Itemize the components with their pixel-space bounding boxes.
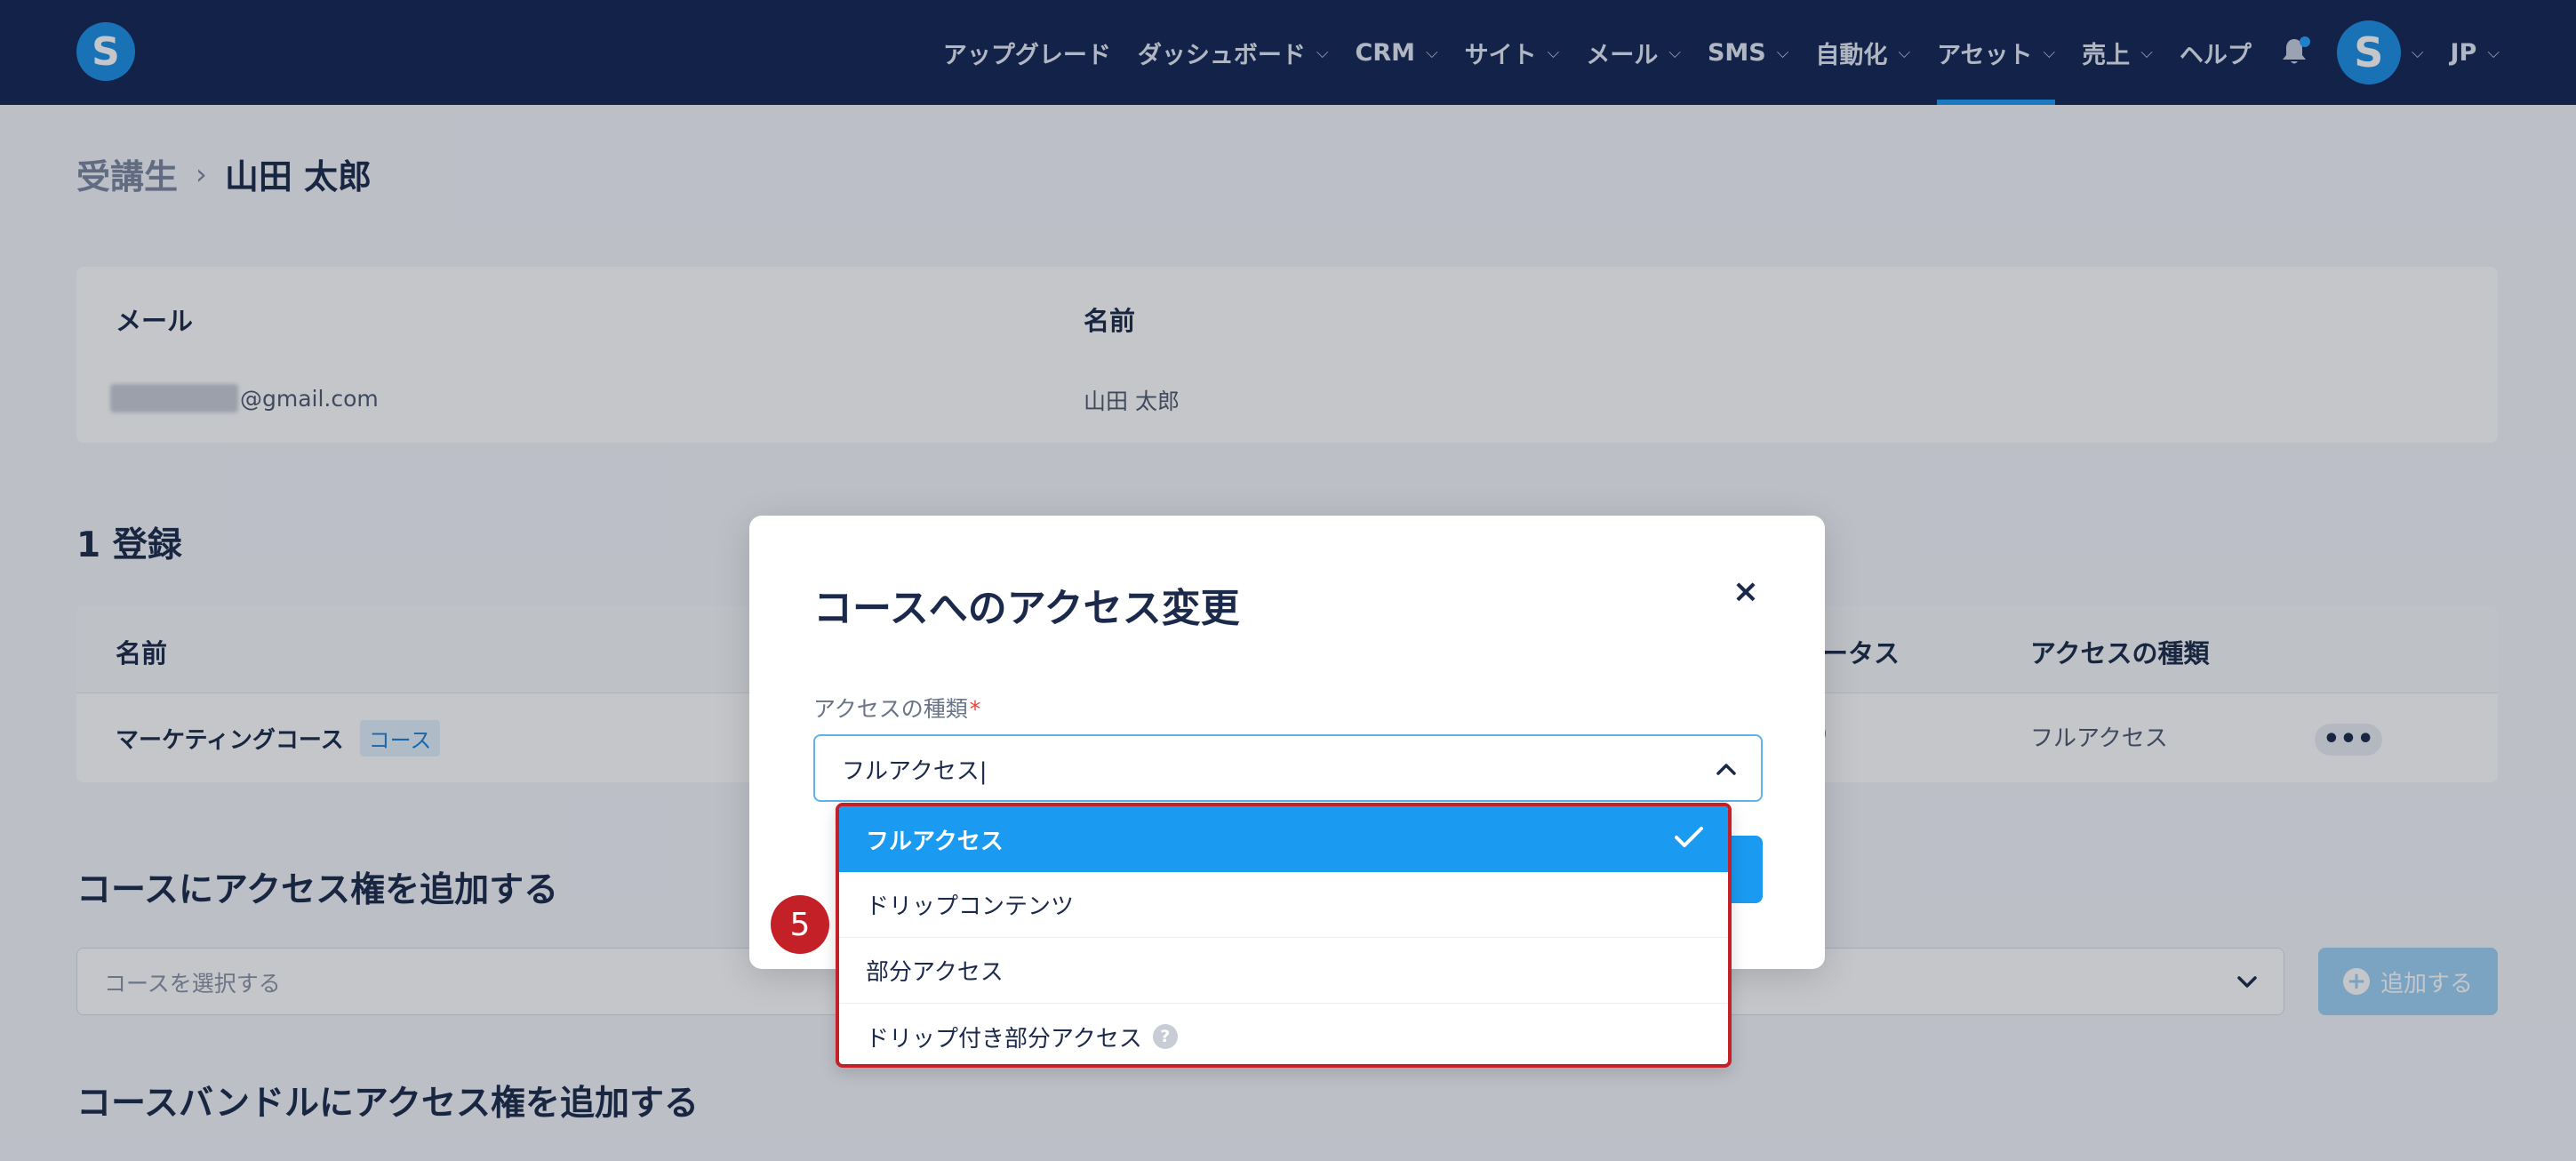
access-type-input-value: フルアクセス|	[842, 758, 988, 785]
access-type-dropdown: フルアクセス ドリップコンテンツ 部分アクセス ドリップ付き部分アクセス ?	[836, 803, 1732, 1068]
access-type-select[interactable]: フルアクセス|	[813, 734, 1763, 802]
help-icon[interactable]: ?	[1152, 1024, 1178, 1049]
option-full-access[interactable]: フルアクセス	[839, 806, 1728, 872]
option-partial-access[interactable]: 部分アクセス	[839, 938, 1728, 1004]
step-number-badge: 5	[771, 895, 829, 954]
close-icon[interactable]: ×	[1732, 576, 1759, 608]
check-icon	[1675, 827, 1703, 847]
option-partial-access-with-drip[interactable]: ドリップ付き部分アクセス ?	[839, 1004, 1728, 1064]
chevron-up-icon	[1716, 764, 1736, 775]
access-type-label: アクセスの種類*	[813, 696, 981, 722]
option-drip-content[interactable]: ドリップコンテンツ	[839, 872, 1728, 938]
modal-title: コースへのアクセス変更	[813, 586, 1240, 631]
required-mark: *	[969, 696, 981, 722]
